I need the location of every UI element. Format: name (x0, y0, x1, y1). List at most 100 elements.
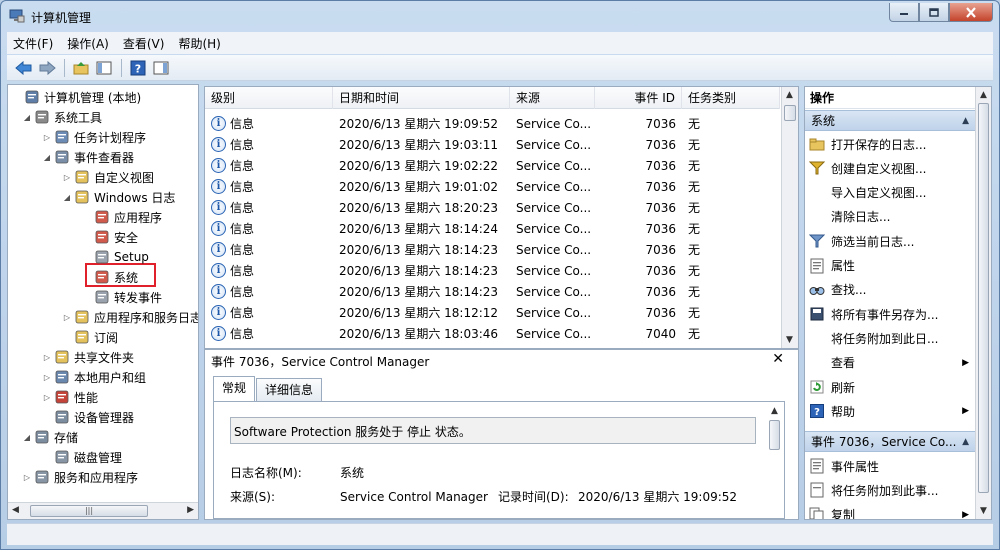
action-item[interactable]: 导入自定义视图... (805, 181, 975, 205)
event-row[interactable]: i 信息 2020/6/13 星期六 18:14:24 Service Co... 70… (205, 218, 780, 239)
scroll-thumb[interactable] (769, 420, 780, 450)
action-section-event[interactable]: 事件 7036，Service Co... ▲ (805, 431, 975, 452)
tree-item[interactable]: 设备管理器 (42, 407, 134, 427)
tree-item[interactable]: ▷ 性能 (42, 387, 98, 407)
column-header-event-id[interactable]: 事件 ID (595, 87, 682, 109)
tree-item[interactable]: ◢ Windows 日志 (62, 187, 175, 207)
scroll-down-icon[interactable]: ▼ (980, 506, 987, 516)
action-item[interactable]: 创建自定义视图... (805, 156, 975, 180)
collapse-arrow-icon[interactable]: ◢ (22, 113, 32, 122)
expand-arrow-icon[interactable]: ▷ (22, 473, 32, 482)
show-hide-tree-button[interactable] (93, 58, 115, 78)
expand-arrow-icon[interactable]: ▷ (62, 173, 72, 182)
collapse-caret-icon[interactable]: ▲ (962, 111, 969, 132)
close-button[interactable] (949, 3, 993, 22)
menu-view[interactable]: 查看(V) (123, 35, 165, 52)
minimize-button[interactable] (889, 3, 919, 22)
scroll-down-icon[interactable]: ▼ (786, 335, 793, 345)
collapse-caret-icon[interactable]: ▲ (962, 432, 969, 453)
column-header-datetime[interactable]: 日期和时间 (333, 87, 510, 109)
scroll-thumb[interactable] (784, 105, 796, 121)
help-button[interactable]: ? (127, 58, 149, 78)
back-button[interactable] (13, 58, 35, 78)
event-row[interactable]: i 信息 2020/6/13 星期六 19:01:02 Service Co... 70… (205, 176, 780, 197)
column-header-task-category[interactable]: 任务类别 (682, 87, 780, 109)
action-item[interactable]: 筛选当前日志... (805, 229, 975, 253)
action-section-system[interactable]: 系统 ▲ (805, 110, 975, 131)
close-detail-icon[interactable]: ✕ (772, 351, 784, 367)
tree-horizontal-scrollbar[interactable]: ◀ ||| ▶ (8, 502, 198, 519)
tree-item[interactable]: ◢ 事件查看器 (42, 147, 134, 167)
tab-details[interactable]: 详细信息 (256, 378, 323, 401)
column-header-level[interactable]: 级别 (205, 87, 333, 109)
expand-arrow-icon[interactable]: ▷ (62, 313, 72, 322)
scroll-up-icon[interactable]: ▲ (980, 90, 987, 100)
action-item[interactable]: 将所有事件另存为... (805, 302, 975, 326)
tree-item[interactable]: 应用程序 (82, 207, 162, 227)
tab-general[interactable]: 常规 (213, 376, 256, 401)
tree-item[interactable]: 磁盘管理 (42, 447, 122, 467)
action-item[interactable]: 将任务附加到此事... (805, 478, 975, 502)
event-row[interactable]: i 信息 2020/6/13 星期六 19:09:52 Service Co... 70… (205, 113, 780, 134)
tree-item[interactable]: ▷ 共享文件夹 (42, 347, 134, 367)
collapse-arrow-icon[interactable]: ◢ (62, 193, 72, 202)
scroll-left-icon[interactable]: ◀ (12, 505, 19, 515)
detail-scrollbar[interactable]: ▲ (768, 404, 782, 516)
event-row[interactable]: i 信息 2020/6/13 星期六 18:20:23 Service Co... 70… (205, 197, 780, 218)
event-row[interactable]: i 信息 2020/6/13 星期六 18:14:23 Service Co... 70… (205, 260, 780, 281)
event-row[interactable]: i 信息 2020/6/13 星期六 18:03:46 Service Co... 70… (205, 323, 780, 344)
action-item[interactable]: 清除日志... (805, 205, 975, 229)
tree-item[interactable]: ▷ 任务计划程序 (42, 127, 146, 147)
action-item[interactable]: 复制 ▶ (805, 503, 975, 519)
action-item[interactable]: 查看 ▶ (805, 351, 975, 375)
event-row[interactable]: i 信息 2020/6/13 星期六 18:12:12 Service Co... 70… (205, 302, 780, 323)
action-item[interactable]: ? 帮助 ▶ (805, 399, 975, 423)
tree-item[interactable]: ▷ 应用程序和服务日志 (62, 307, 198, 327)
tree-item-label: 服务和应用程序 (54, 470, 139, 485)
forward-button[interactable] (36, 58, 58, 78)
show-hide-action-pane-button[interactable] (150, 58, 172, 78)
scroll-right-icon[interactable]: ▶ (187, 505, 194, 515)
menu-help[interactable]: 帮助(H) (178, 35, 220, 52)
action-item[interactable]: 刷新 (805, 375, 975, 399)
action-item[interactable]: 查找... (805, 278, 975, 302)
collapse-arrow-icon[interactable]: ◢ (42, 153, 52, 162)
expand-arrow-icon[interactable]: ▷ (42, 353, 52, 362)
scroll-up-icon[interactable]: ▲ (771, 406, 778, 416)
scroll-up-icon[interactable]: ▲ (786, 90, 793, 100)
tree-item[interactable]: 系统 (82, 267, 138, 287)
collapse-arrow-icon[interactable]: ◢ (22, 433, 32, 442)
action-item[interactable]: 将任务附加到此日... (805, 326, 975, 350)
scroll-thumb[interactable] (978, 103, 989, 493)
action-item[interactable]: 事件属性 (805, 454, 975, 478)
tree-item[interactable]: 安全 (82, 227, 138, 247)
expand-arrow-icon[interactable]: ▷ (42, 393, 52, 402)
event-list-scrollbar[interactable]: ▲ ▼ (781, 87, 798, 348)
action-item[interactable]: 打开保存的日志... (805, 132, 975, 156)
action-item[interactable]: 属性 (805, 254, 975, 278)
expand-arrow-icon[interactable]: ▷ (42, 373, 52, 382)
tree-item[interactable]: 转发事件 (82, 287, 162, 307)
tree-item[interactable]: 计算机管理 (本地) (12, 87, 141, 107)
event-row[interactable]: i 信息 2020/6/13 星期六 18:14:23 Service Co... 70… (205, 239, 780, 260)
event-row[interactable]: i 信息 2020/6/13 星期六 18:14:23 Service Co... 70… (205, 281, 780, 302)
expand-arrow-icon[interactable]: ▷ (42, 133, 52, 142)
event-row[interactable]: i 信息 2020/6/13 星期六 19:03:11 Service Co... 70… (205, 134, 780, 155)
action-label: 导入自定义视图... (831, 186, 927, 201)
menu-file[interactable]: 文件(F) (13, 35, 53, 52)
event-row[interactable]: i 信息 2020/6/13 星期六 19:02:22 Service Co... 70… (205, 155, 780, 176)
tree-item[interactable]: ▷ 服务和应用程序 (22, 467, 138, 487)
tree-item[interactable]: ▷ 本地用户和组 (42, 367, 146, 387)
tree-item[interactable]: Setup (82, 247, 149, 267)
tree-item[interactable]: ▷ 自定义视图 (62, 167, 154, 187)
maximize-button[interactable] (919, 3, 949, 22)
actions-scrollbar[interactable]: ▲ ▼ (975, 87, 991, 519)
menu-action[interactable]: 操作(A) (67, 35, 109, 52)
scroll-thumb[interactable]: ||| (30, 505, 148, 517)
tree-item[interactable]: 订阅 (62, 327, 118, 347)
column-header-source[interactable]: 来源 (510, 87, 595, 109)
tree-item[interactable]: ◢ 存储 (22, 427, 78, 447)
detail-tabs: 常规 详细信息 (213, 376, 323, 401)
up-folder-button[interactable] (70, 58, 92, 78)
tree-item[interactable]: ◢ 系统工具 (22, 107, 102, 127)
